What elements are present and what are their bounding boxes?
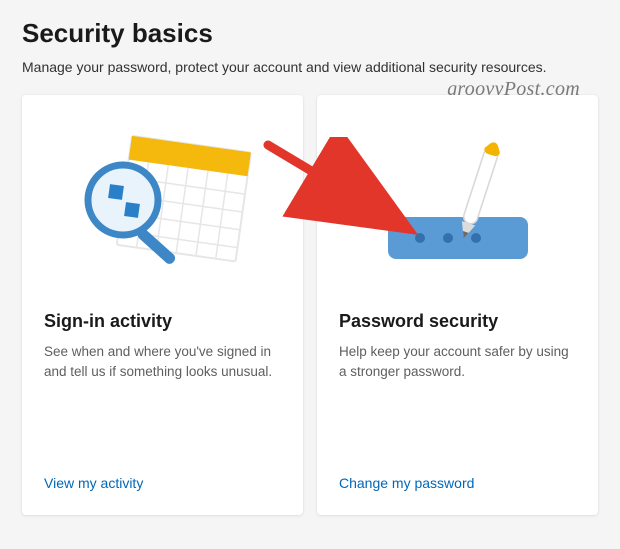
view-activity-link[interactable]: View my activity [44,475,281,491]
page-title: Security basics [22,18,598,49]
card-signin-activity[interactable]: Sign-in activity See when and where you'… [22,95,303,515]
page-subtitle: Manage your password, protect your accou… [22,59,598,75]
password-security-illustration [339,117,576,307]
cards-container: Sign-in activity See when and where you'… [22,95,598,515]
signin-activity-illustration [44,117,281,307]
card-desc-signin: See when and where you've signed in and … [44,342,281,457]
change-password-link[interactable]: Change my password [339,475,576,491]
card-password-security[interactable]: Password security Help keep your account… [317,95,598,515]
card-title-signin: Sign-in activity [44,311,281,332]
card-title-password: Password security [339,311,576,332]
calendar-magnifier-icon [63,127,263,297]
password-pen-icon [348,127,568,297]
card-desc-password: Help keep your account safer by using a … [339,342,576,457]
